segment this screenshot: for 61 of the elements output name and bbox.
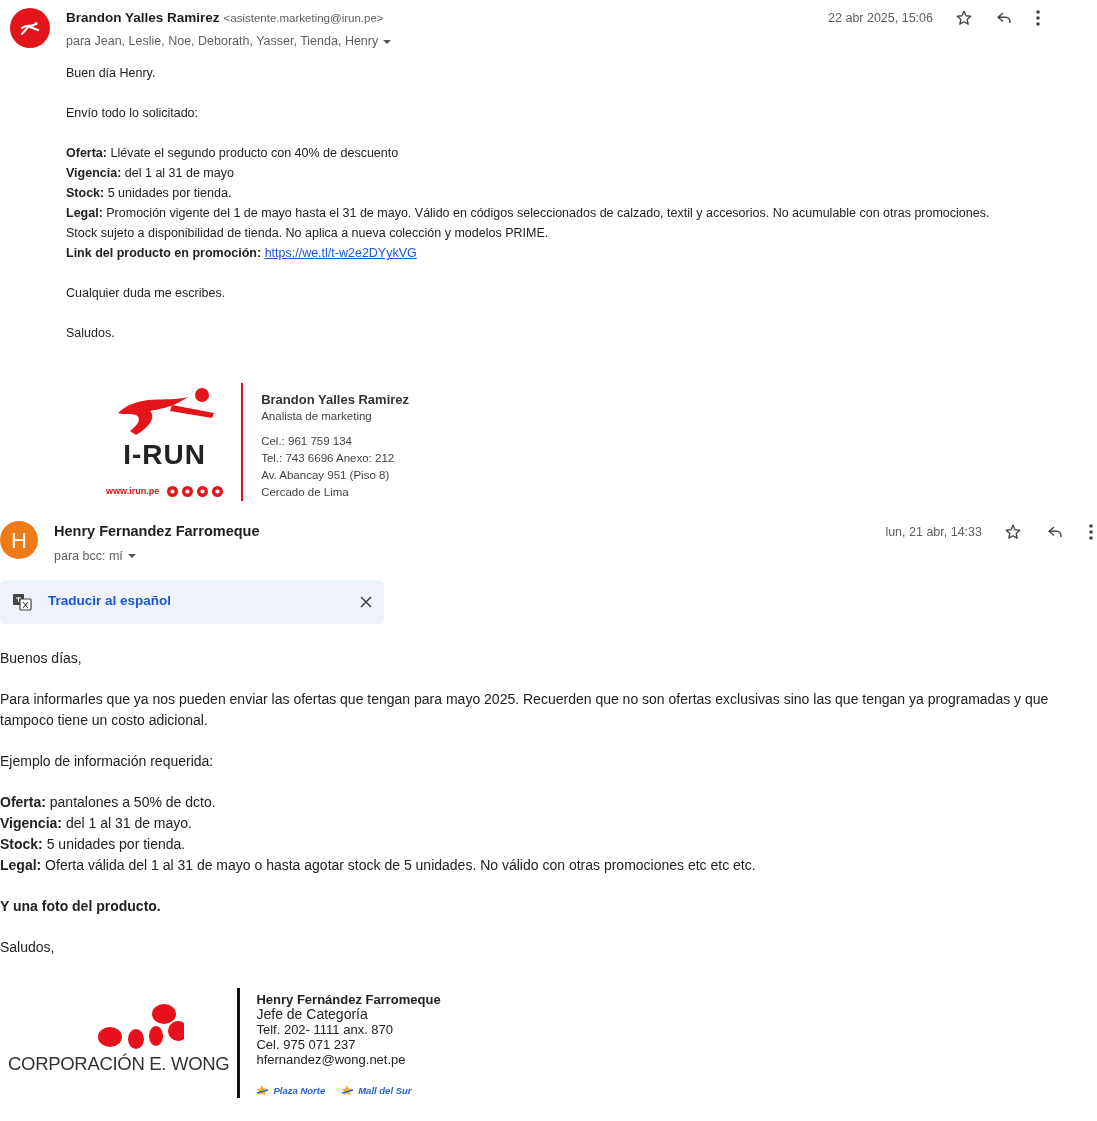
social-icon[interactable]: [182, 486, 194, 498]
translate-link[interactable]: Traducir al español: [48, 591, 172, 612]
text-line: Oferta: Llévate el segundo producto con 40% de descuento: [66, 145, 400, 162]
message-date: lun, 21 abr, 14:33: [885, 523, 982, 541]
text-line: Saludos.: [66, 325, 116, 342]
more-icon[interactable]: [1035, 9, 1041, 28]
translate-icon: [12, 592, 32, 611]
star-logo-icon: [256, 1084, 270, 1096]
recipients-text: para Jean, Leslie, Noe, Deborath, Yasser, Tienda, Henry: [66, 33, 379, 51]
link[interactable]: https://we.tl/t-w2e2DYykVG: [264, 246, 417, 260]
text-line: Legal: Promoción vigente del 1 de mayo hasta el 31 de mayo. Válido en códigos seleccionados de calzado, textil y accesorios. No acumulable con otras promociones.: [66, 205, 991, 222]
recipients-text: para bcc: mí: [54, 547, 123, 565]
text-line: Stock sujeto a disponibilidad de tienda. No aplica a nueva colección y modelos PRIME.: [66, 225, 550, 242]
sender-name: Brandon Yalles Ramirez: [66, 9, 220, 27]
text-line: Envío todo lo solicitado:: [66, 105, 200, 122]
text-line: Stock: 5 unidades por tienda.: [0, 834, 187, 854]
mall-logo-text: Mall del Sur: [358, 1083, 412, 1098]
text-line: Oferta: pantalones a 50% de dcto.: [0, 792, 217, 812]
mall-logo-text: Plaza Norte: [273, 1083, 326, 1098]
social-icon[interactable]: [167, 486, 179, 498]
text-line: tampoco tiene un costo adicional.: [0, 710, 209, 730]
signature-line: Telf. 202- 1111 anx. 870: [256, 1021, 395, 1037]
logo-text: I-RUN: [123, 441, 206, 469]
text-line: Vigencia: del 1 al 31 de mayo: [66, 165, 235, 182]
signature-line: Cercado de Lima: [261, 485, 350, 500]
signature-line: Cel. 975 071 237: [256, 1036, 357, 1052]
sender-name: Henry Fernandez Farromeque: [54, 522, 260, 541]
signature-line: hfernandez@wong.net.pe: [256, 1051, 407, 1067]
social-icon[interactable]: [197, 486, 209, 498]
caret-icon[interactable]: [382, 38, 393, 45]
text-line: Y una foto del producto.: [0, 896, 162, 916]
text-line: Stock: 5 unidades por tienda.: [66, 185, 233, 202]
caret-icon[interactable]: [126, 553, 137, 560]
message-date: 22 abr 2025, 15:06: [828, 9, 933, 27]
signature-name: Henry Fernández Farromeque: [256, 991, 441, 1007]
signature-title: Jefe de Categoría: [256, 1006, 368, 1022]
text-line: Saludos,: [0, 937, 56, 957]
social-icon[interactable]: [212, 486, 224, 498]
text-line: Buen día Henry.: [66, 65, 157, 82]
text-line: Buenos días,: [0, 648, 83, 668]
website-text: www.irun.pe: [106, 485, 160, 498]
star-logo-icon: [341, 1084, 355, 1096]
text-line: Vigencia: del 1 al 31 de mayo.: [0, 813, 193, 833]
signature-title: Analista de marketing: [261, 409, 373, 424]
signature-line: Cel.: 961 759 134: [261, 434, 353, 449]
text-line: Legal: Oferta válida del 1 al 31 de mayo o hasta agotar stock de 5 unidades. No válido con otras promociones etc etc etc.: [0, 855, 757, 875]
logo-text: CORPORACIÓN E. WONG: [8, 1051, 230, 1076]
signature-name: Brandon Yalles Ramirez: [261, 391, 410, 408]
star-icon[interactable]: [1004, 522, 1022, 541]
text-line: Ejemplo de información requerida:: [0, 751, 215, 771]
text-line: Para informarles que ya nos pueden enviar las ofertas que tengan para mayo 2025. Recuerden que no son ofertas exclusivas sino las que tengan ya programadas y que: [0, 689, 1050, 709]
signature-line: Av. Abancay 951 (Piso 8): [261, 468, 391, 483]
star-icon[interactable]: [955, 9, 973, 28]
runner-icon: [20, 21, 40, 35]
text-line: Link del producto en promoción:: [66, 246, 262, 260]
avatar: H: [0, 521, 38, 559]
text-line: Cualquier duda me escribes.: [66, 285, 227, 302]
signature-line: Tel.: 743 6696 Anexo: 212: [261, 451, 396, 466]
sender-email: <asistente.marketing@irun.pe>: [223, 10, 384, 26]
close-button[interactable]: [360, 595, 372, 608]
more-icon[interactable]: [1088, 522, 1094, 541]
